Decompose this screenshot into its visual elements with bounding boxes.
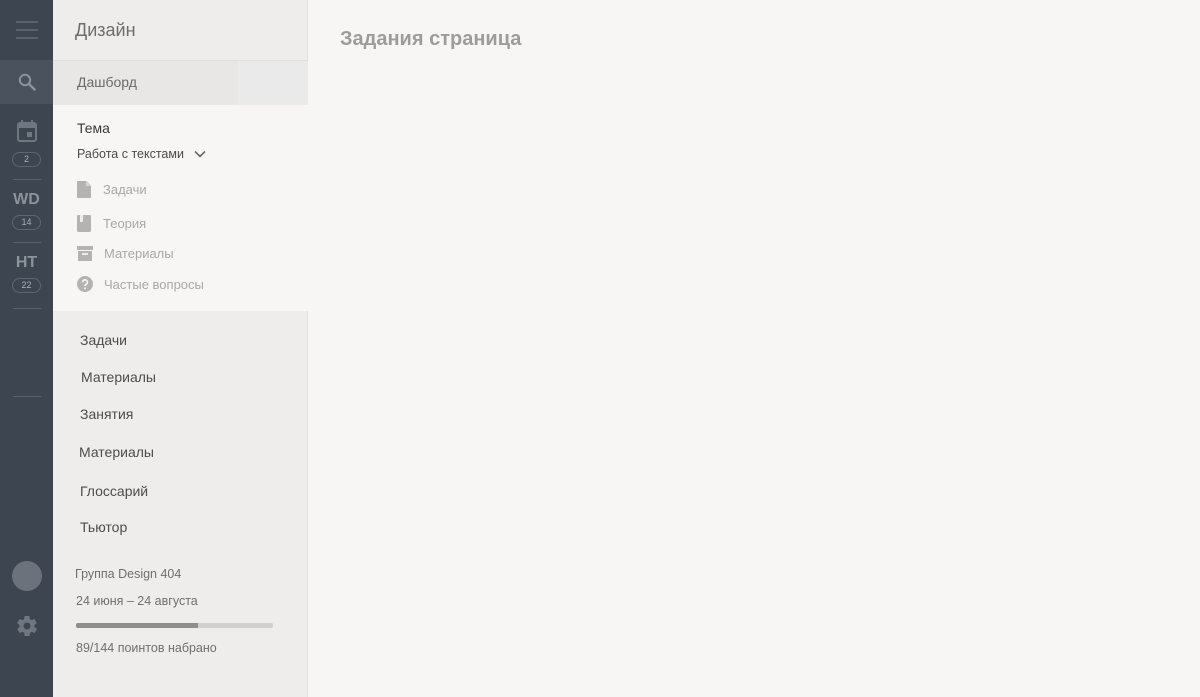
course-ht-button[interactable]: HT xyxy=(0,254,53,272)
search-button[interactable] xyxy=(0,60,53,104)
calendar-badge: 2 xyxy=(12,152,41,167)
topic-item-label: Частые вопросы xyxy=(104,276,204,292)
settings-button[interactable] xyxy=(0,611,53,640)
calendar-button[interactable] xyxy=(0,117,53,145)
points-progress-fill xyxy=(76,623,198,628)
topic-item-theory[interactable]: Теория xyxy=(77,215,146,232)
group-name: Группа Design 404 xyxy=(75,567,182,581)
rail-divider xyxy=(13,242,41,243)
nav-item-materials[interactable]: Материалы xyxy=(81,369,156,385)
book-icon xyxy=(77,215,91,232)
points-text: 89/144 поинтов набрано xyxy=(76,641,217,655)
topic-item-tasks[interactable]: Задачи xyxy=(77,181,147,198)
topic-label: Тема xyxy=(77,120,110,136)
course-wd-badge: 14 xyxy=(12,215,41,230)
hamburger-icon xyxy=(15,20,38,39)
course-title: Дизайн xyxy=(75,20,136,40)
topic-item-materials[interactable]: Материалы xyxy=(77,246,174,261)
nav-item-materials-2[interactable]: Материалы xyxy=(79,444,154,460)
topic-item-faq[interactable]: Частые вопросы xyxy=(77,276,204,292)
calendar-icon xyxy=(16,120,37,142)
help-circle-icon xyxy=(77,276,93,292)
points-progress-bar xyxy=(76,623,273,628)
nav-item-lessons[interactable]: Занятия xyxy=(80,406,133,422)
rail-divider xyxy=(13,396,41,397)
icon-rail: 2 WD 14 HT 22 xyxy=(0,0,53,697)
nav-item-tutor[interactable]: Тьютор xyxy=(80,519,127,535)
archive-icon xyxy=(77,246,93,261)
page-title: Задания страница xyxy=(340,28,522,50)
document-icon xyxy=(77,181,91,198)
dashboard-link[interactable]: Дашборд xyxy=(77,74,137,90)
course-wd-button[interactable]: WD xyxy=(0,191,53,209)
avatar[interactable] xyxy=(12,561,42,591)
group-dates: 24 июня – 24 августа xyxy=(76,594,198,608)
topic-item-label: Теория xyxy=(103,216,147,231)
course-sidebar: Дизайн Дашборд Тема Работа с текстами За… xyxy=(53,0,308,697)
menu-button[interactable] xyxy=(0,0,53,59)
topic-item-label: Задачи xyxy=(103,182,147,197)
search-icon xyxy=(18,73,36,91)
chevron-down-icon xyxy=(194,150,206,158)
gear-icon xyxy=(16,615,37,636)
nav-item-glossary[interactable]: Глоссарий xyxy=(80,483,148,499)
topic-dropdown-value: Работа с текстами xyxy=(77,147,184,161)
rail-divider xyxy=(13,179,41,180)
rail-divider xyxy=(13,308,41,309)
nav-item-tasks[interactable]: Задачи xyxy=(80,332,127,348)
topic-item-label: Материалы xyxy=(104,246,174,261)
course-ht-badge: 22 xyxy=(12,278,41,293)
topic-dropdown[interactable]: Работа с текстами xyxy=(77,147,206,161)
